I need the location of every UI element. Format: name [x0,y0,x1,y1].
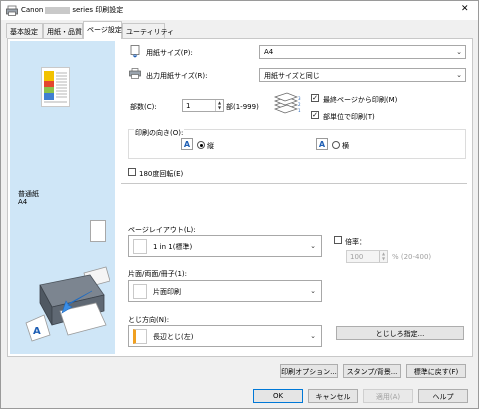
copies-range: 部(1-999) [226,103,259,111]
chevron-down-icon: ⌄ [456,71,462,79]
scale-label: 倍率： [345,238,366,246]
paper-size-summary: A4 [18,198,28,206]
help-button[interactable]: ヘルプ [418,389,468,403]
scale-range: % (20-400) [392,253,432,261]
orientation-group-label: 印刷の向き(O): [134,128,185,138]
staple-side-select[interactable]: 長辺とじ(左) ⌄ [128,325,322,347]
printer-properties-window: Canon series 印刷設定 ✕ 基本設定 用紙・品質 ページ設定 ユーティ… [0,0,479,409]
copies-label: 部数(C): [130,103,157,111]
close-icon[interactable]: ✕ [461,4,469,14]
page-layout-icon [133,239,147,254]
rotate-180-label: 180度回転(E) [139,170,184,178]
chevron-down-icon: ⌄ [456,48,462,56]
output-size-printer-icon [129,68,141,79]
rotate-180-checkbox[interactable] [128,168,136,176]
tab-paper-quality[interactable]: 用紙・品質 [43,23,83,38]
output-size-select[interactable]: 用紙サイズと同じ ⌄ [259,68,466,82]
output-size-label: 出力用紙サイズ(R): [146,72,208,80]
chevron-down-icon: ⌄ [310,287,316,295]
stamp-background-button[interactable]: スタンプ/背景... [343,364,401,378]
ok-button[interactable]: OK [253,389,303,403]
spinner-arrows-icon[interactable]: ▲ ▼ [379,251,387,262]
portrait-radio[interactable] [197,141,205,149]
copies-value: 1 [186,102,191,110]
redacted-model-name [45,6,71,14]
printer-illustration-icon: A [25,266,110,342]
tab-basic-settings[interactable]: 基本設定 [6,23,43,38]
print-options-button[interactable]: 印刷オプション... [280,364,338,378]
print-from-last-checkbox[interactable]: ✓ [311,94,319,102]
cancel-button[interactable]: キャンセル [308,389,358,403]
page-layout-label: ページレイアウト(L): [128,226,196,234]
chevron-down-icon: ⌄ [310,242,316,250]
portrait-orientation-icon: A [181,138,193,150]
duplex-select[interactable]: 片面印刷 ⌄ [128,280,322,302]
window-title: Canon series 印刷設定 [21,5,123,15]
scale-spinner[interactable]: 100 ▲ ▼ [346,250,388,263]
chevron-down-icon: ⌄ [310,332,316,340]
collate-checkbox[interactable]: ✓ [311,111,319,119]
print-from-last-label: 最終ページから印刷(M) [323,96,398,104]
preview-content-image [44,71,67,103]
print-preview-page [41,67,70,107]
landscape-orientation-icon: A [316,138,328,150]
page-size-value: A4 [264,48,274,56]
tab-utility[interactable]: ユーティリティ [122,23,174,38]
copies-spinner[interactable]: 1 ▲ ▼ [182,99,224,112]
scale-value: 100 [350,253,364,261]
window-title-suffix: series 印刷設定 [72,6,124,14]
duplex-value: 片面印刷 [153,288,181,296]
svg-text:1: 1 [298,108,301,113]
landscape-radio[interactable] [332,141,340,149]
page-size-label: 用紙サイズ(P): [146,49,193,57]
window-title-prefix: Canon [21,6,44,14]
apply-button[interactable]: 適用(A) [363,389,413,403]
specify-margin-button[interactable]: とじしろ指定... [336,326,464,340]
page-size-icon [130,45,140,58]
portrait-label: 縦 [207,142,214,150]
page-size-select[interactable]: A4 ⌄ [259,45,466,59]
landscape-label: 横 [342,142,349,150]
collate-stack-icon: 3 2 1 [273,92,301,114]
printer-app-icon [6,5,18,16]
scale-checkbox[interactable] [334,236,342,244]
svg-text:3: 3 [298,96,301,101]
page-layout-value: 1 in 1(標準) [153,243,193,251]
title-bar: Canon series 印刷設定 ✕ [1,1,478,20]
restore-defaults-button[interactable]: 標準に戻す(F) [406,364,466,378]
tab-page-setup[interactable]: ページ設定 [83,21,122,39]
output-size-value: 用紙サイズと同じ [264,72,320,80]
duplex-label: 片面/両面/冊子(1): [128,270,187,278]
page-layout-select[interactable]: 1 in 1(標準) ⌄ [128,235,322,257]
staple-side-value: 長辺とじ(左) [153,333,194,341]
long-edge-left-icon [133,329,147,344]
collate-label: 部単位で印刷(T) [323,113,375,121]
paper-thumbnail-icon [90,220,106,242]
section-divider [121,183,467,184]
staple-side-label: とじ方向(N): [128,316,170,324]
spinner-arrows-icon[interactable]: ▲ ▼ [215,100,223,111]
svg-text:2: 2 [298,102,301,107]
single-sided-icon [133,284,147,299]
svg-text:A: A [33,326,41,337]
